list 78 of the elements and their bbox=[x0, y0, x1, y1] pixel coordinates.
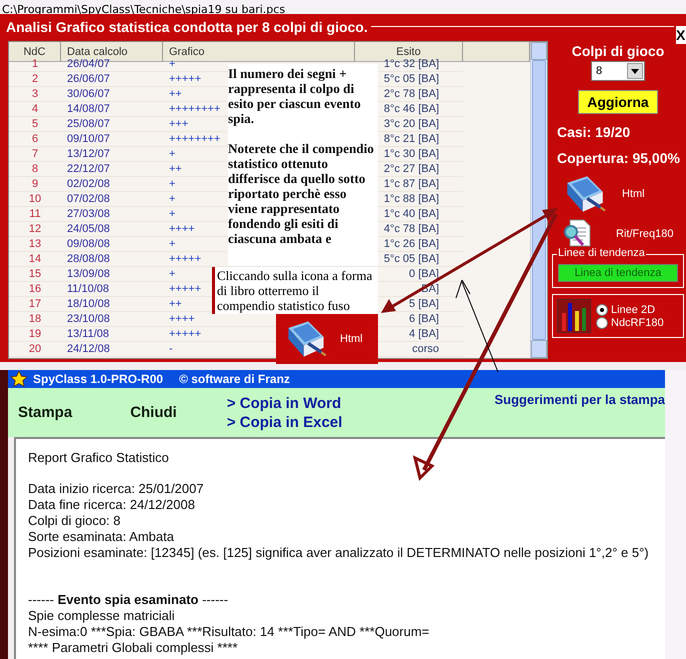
star-icon bbox=[11, 371, 27, 387]
date-cell: 24/05/08 bbox=[61, 222, 163, 237]
coverage-value: Copertura: 95,00% bbox=[557, 150, 680, 166]
rounds-select[interactable]: 8 bbox=[591, 61, 645, 81]
html-button[interactable]: Html bbox=[276, 314, 378, 364]
row-number: 16 bbox=[9, 282, 61, 297]
panel-title: Analisi Grafico statistica condotta per 8 colpi di gioco. bbox=[6, 18, 369, 34]
date-cell: 26/06/07 bbox=[61, 72, 163, 87]
report-line: Sorte esaminata: Ambata bbox=[28, 529, 175, 545]
row-number: 3 bbox=[9, 87, 61, 102]
row-number: 12 bbox=[9, 222, 61, 237]
date-cell: 18/10/08 bbox=[61, 297, 163, 312]
report-line: Colpi di gioco: 8 bbox=[28, 513, 122, 529]
cases-count: Casi: 19/20 bbox=[557, 124, 630, 140]
row-number: 11 bbox=[9, 207, 61, 222]
date-cell: 23/10/08 bbox=[61, 312, 163, 327]
date-cell: 13/09/08 bbox=[61, 267, 163, 282]
bar-chart-icon[interactable] bbox=[557, 299, 591, 333]
radio-option[interactable]: NdcRF180 bbox=[596, 316, 664, 328]
row-number: 18 bbox=[9, 312, 61, 327]
date-cell: 13/11/08 bbox=[61, 327, 163, 342]
row-number: 13 bbox=[9, 237, 61, 252]
copy-link[interactable]: > Copia in Word bbox=[226, 394, 342, 412]
report-line: **** Parametri Globali complessi **** bbox=[28, 640, 239, 656]
close-button[interactable]: Chiudi bbox=[130, 404, 177, 421]
date-cell: 26/04/07 bbox=[61, 57, 163, 72]
row-number: 9 bbox=[9, 177, 61, 192]
date-cell: 14/08/07 bbox=[61, 102, 163, 117]
report-title: Report Grafico Statistico bbox=[28, 450, 170, 466]
row-number: 10 bbox=[9, 192, 61, 207]
date-cell: 28/08/08 bbox=[61, 252, 163, 267]
row-number: 1 bbox=[9, 57, 61, 72]
report-line: Data fine ricerca: 24/12/2008 bbox=[28, 497, 196, 513]
row-number: 6 bbox=[9, 132, 61, 147]
trend-button[interactable]: Linea di tendenza bbox=[558, 264, 678, 282]
callout-text: Cliccando sulla icona a forma di libro otterremo il compendio statistico fuso bbox=[212, 267, 378, 314]
date-cell: 02/02/08 bbox=[61, 177, 163, 192]
row-number: 5 bbox=[9, 117, 61, 132]
copy-link[interactable]: > Copia in Excel bbox=[226, 414, 342, 430]
window-subtitle: © software di Franz bbox=[179, 372, 290, 386]
date-cell: 07/02/08 bbox=[61, 192, 163, 207]
date-cell: 11/10/08 bbox=[61, 282, 163, 297]
rounds-label: Colpi di gioco bbox=[572, 43, 664, 59]
row-number: 8 bbox=[9, 162, 61, 177]
date-cell: 22/12/07 bbox=[61, 162, 163, 177]
row-number: 14 bbox=[9, 252, 61, 267]
row-number: 19 bbox=[9, 327, 61, 342]
close-button[interactable]: X bbox=[676, 26, 686, 44]
update-button[interactable]: Aggiorna bbox=[578, 90, 658, 114]
html-label[interactable]: Html bbox=[622, 188, 645, 200]
date-cell: 09/10/07 bbox=[61, 132, 163, 147]
row-number: 7 bbox=[9, 147, 61, 162]
dropdown-arrow-icon bbox=[631, 68, 639, 74]
frequency-label[interactable]: Rit/Freq180 bbox=[616, 228, 674, 240]
column-header[interactable]: Grafico bbox=[163, 42, 355, 62]
report-line: ------ Evento spia esaminato ------ bbox=[28, 592, 230, 608]
date-cell: 09/08/08 bbox=[61, 237, 163, 252]
date-cell: 25/08/07 bbox=[61, 117, 163, 132]
report-line: Spie complesse matriciali bbox=[28, 608, 176, 624]
row-number: 17 bbox=[9, 297, 61, 312]
date-cell: 27/03/08 bbox=[61, 207, 163, 222]
window-title: SpyClass 1.0-PRO-R00 bbox=[33, 372, 164, 386]
report-line: Posizioni esaminate: [12345] (es. [125] significa aver analizzato il DETERMINATO nelle posizioni 1°,2° e 5°) bbox=[28, 545, 650, 561]
date-cell: 24/12/08 bbox=[61, 342, 163, 357]
row-number: 20 bbox=[9, 342, 61, 357]
file-path: C:\Programmi\SpyClass\Tecniche\spia19 su bari.pcs bbox=[2, 3, 286, 17]
date-cell: 30/06/07 bbox=[61, 87, 163, 102]
scrollbar[interactable] bbox=[530, 42, 547, 358]
row-number: 2 bbox=[9, 72, 61, 87]
row-number: 4 bbox=[9, 102, 61, 117]
group-caption: Linee di tendenza bbox=[557, 247, 646, 259]
print-button[interactable]: Stampa bbox=[18, 404, 72, 421]
report-line: N-esima:0 ***Spia: GBABA ***Risultato: 14 ***Tipo= AND ***Quorum= bbox=[28, 624, 430, 640]
print-tips-link[interactable]: Suggerimenti per la stampa bbox=[494, 392, 665, 407]
row-number: 15 bbox=[9, 267, 61, 282]
date-cell: 13/12/07 bbox=[61, 147, 163, 162]
report-line: Data inizio ricerca: 25/01/2007 bbox=[28, 481, 205, 497]
radio-option[interactable]: Linee 2D bbox=[596, 304, 664, 316]
